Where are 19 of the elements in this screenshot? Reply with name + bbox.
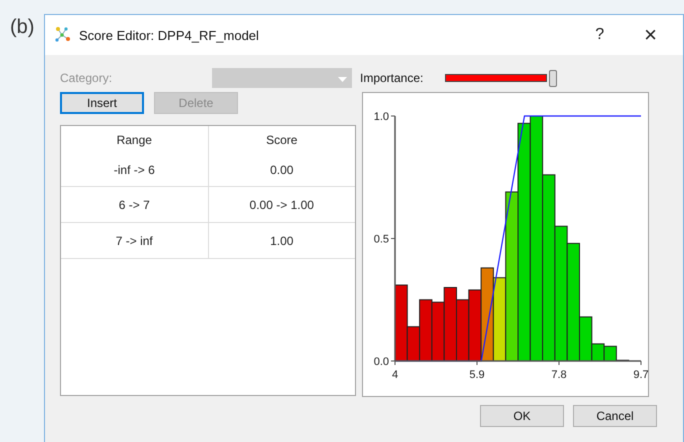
y-tick-label: 0.0 <box>374 356 389 368</box>
table-cell: -inf -> 6 <box>61 154 208 186</box>
table-cell: 7 -> inf <box>61 223 208 258</box>
importance-label: Importance: <box>360 71 424 85</box>
table-cell-text: 1.00 <box>269 232 294 250</box>
table-cell-text: 0.00 <box>269 162 294 179</box>
figure-label: (b) <box>9 15 36 40</box>
y-tick-label: 1.0 <box>374 111 389 123</box>
x-tick-label: 9.7 <box>633 369 649 381</box>
x-tick-label: 4 <box>392 369 398 381</box>
y-tick-label: 0.5 <box>374 234 389 246</box>
column-header: Range <box>61 126 208 154</box>
x-tick-label: 5.9 <box>469 369 485 381</box>
category-label: Category: <box>60 71 114 85</box>
column-header: Score <box>265 132 298 149</box>
table-cell: 6 -> 7 <box>61 187 208 222</box>
table-cell-text: 0.00 -> 1.00 <box>248 196 315 214</box>
x-tick-label: 7.8 <box>551 369 567 381</box>
window-title: Score Editor: DPP4_RF_model <box>79 28 260 42</box>
